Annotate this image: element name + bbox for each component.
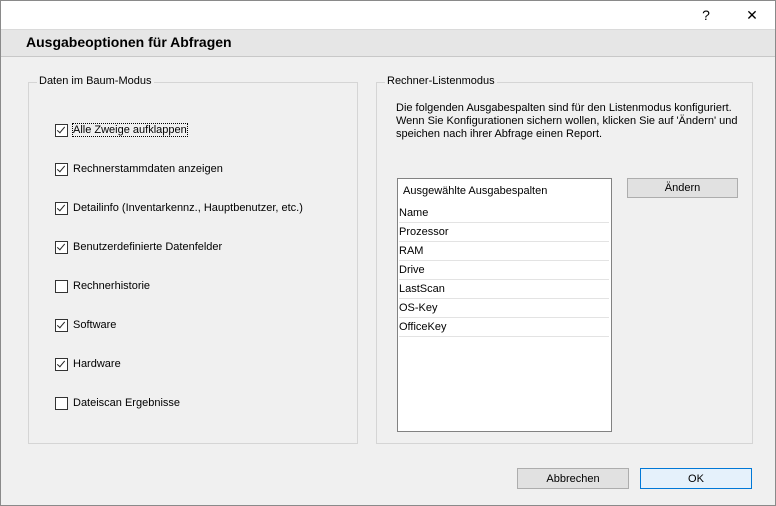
checkbox-box[interactable]: [55, 201, 68, 215]
list-item[interactable]: OS-Key: [399, 299, 609, 318]
checkbox-label: Hardware: [73, 358, 121, 370]
checkbox-hardware[interactable]: Hardware: [55, 357, 121, 371]
tree-mode-group-label: Daten im Baum-Modus: [37, 75, 154, 87]
list-item[interactable]: OfficeKey: [399, 318, 609, 337]
list-item[interactable]: RAM: [399, 242, 609, 261]
list-item[interactable]: Drive: [399, 261, 609, 280]
list-mode-group-label: Rechner-Listenmodus: [385, 75, 497, 87]
list-item[interactable]: LastScan: [399, 280, 609, 299]
checkbox-label: Detailinfo (Inventarkennz., Hauptbenutze…: [73, 202, 303, 214]
dialog-window: ? ✕ Ausgabeoptionen für Abfragen Daten i…: [0, 0, 776, 506]
help-button[interactable]: ?: [691, 1, 721, 29]
title-bar: ? ✕: [1, 1, 775, 29]
checkbox-label: Alle Zweige aufklappen: [72, 123, 188, 137]
cancel-button[interactable]: Abbrechen: [517, 468, 629, 489]
ok-button[interactable]: OK: [640, 468, 752, 489]
list-mode-info-text: Die folgenden Ausgabespalten sind für de…: [396, 102, 738, 140]
checkbox-box[interactable]: [55, 123, 68, 137]
list-item[interactable]: Name: [399, 204, 609, 223]
checkbox-label: Rechnerhistorie: [73, 280, 151, 292]
change-button[interactable]: Ändern: [627, 178, 738, 198]
output-columns-list[interactable]: Ausgewählte Ausgabespalten Name Prozesso…: [397, 178, 612, 432]
checkbox-label: Rechnerstammdaten anzeigen: [73, 163, 223, 175]
close-icon: ✕: [746, 6, 758, 23]
checkbox-box[interactable]: [55, 279, 68, 293]
checkbox-custom-fields[interactable]: Benutzerdefinierte Datenfelder: [55, 240, 222, 254]
close-button[interactable]: ✕: [737, 1, 767, 29]
checkbox-label: Dateiscan Ergebnisse: [73, 397, 181, 409]
list-header: Ausgewählte Ausgabespalten: [403, 185, 548, 197]
checkbox-box[interactable]: [55, 357, 68, 371]
checkbox-box[interactable]: [55, 318, 68, 332]
checkbox-label: Benutzerdefinierte Datenfelder: [73, 241, 223, 253]
checkbox-software[interactable]: Software: [55, 318, 116, 332]
checkbox-label: Software: [73, 319, 117, 331]
checkbox-detail-info[interactable]: Detailinfo (Inventarkennz., Hauptbenutze…: [55, 201, 303, 215]
checkbox-filescan[interactable]: Dateiscan Ergebnisse: [55, 396, 180, 410]
checkbox-master-data[interactable]: Rechnerstammdaten anzeigen: [55, 162, 223, 176]
dialog-header: Ausgabeoptionen für Abfragen: [1, 29, 775, 57]
page-title: Ausgabeoptionen für Abfragen: [26, 34, 232, 50]
list-item[interactable]: Prozessor: [399, 223, 609, 242]
checkbox-expand-all[interactable]: Alle Zweige aufklappen: [55, 123, 188, 137]
checkbox-history[interactable]: Rechnerhistorie: [55, 279, 150, 293]
checkbox-box[interactable]: [55, 396, 68, 410]
tree-mode-group: Daten im Baum-Modus Alle Zweige aufklapp…: [28, 75, 358, 444]
checkbox-box[interactable]: [55, 240, 68, 254]
checkbox-box[interactable]: [55, 162, 68, 176]
list-mode-group: Rechner-Listenmodus Die folgenden Ausgab…: [376, 75, 753, 444]
